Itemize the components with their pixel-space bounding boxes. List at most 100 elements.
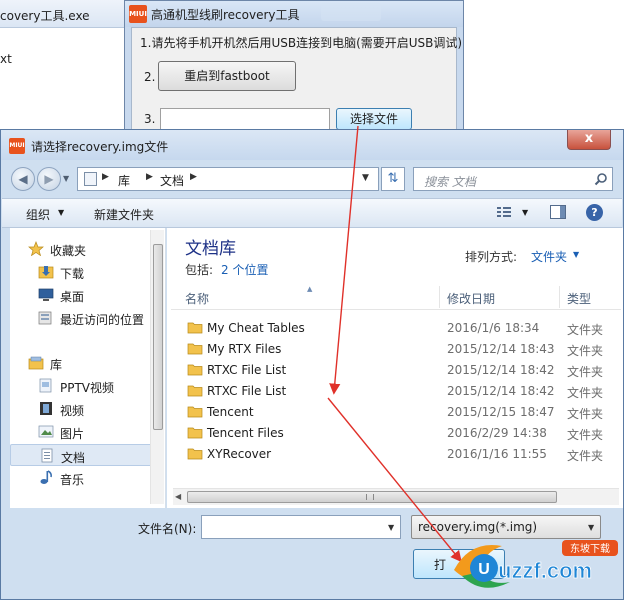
folder-icon	[187, 343, 203, 355]
open-button-label: 打	[434, 558, 447, 572]
search-input[interactable]: 搜索 文档	[413, 167, 613, 191]
filename-dropdown-icon[interactable]: ▼	[388, 523, 394, 532]
file-type: 文件夹	[567, 323, 604, 337]
download-folder-icon	[38, 266, 54, 279]
arrange-by-dropdown[interactable]: 文件夹	[531, 248, 567, 265]
nav-label: 音乐	[60, 473, 85, 487]
file-date: 2015/12/15 18:47	[447, 405, 555, 419]
arrange-by-label: 排列方式:	[465, 250, 518, 264]
column-divider[interactable]	[559, 286, 560, 308]
nav-label: 图片	[60, 427, 85, 441]
includes-locations-link[interactable]: 2 个位置	[221, 261, 268, 278]
nav-item-documents[interactable]: 文档	[10, 444, 156, 466]
file-row[interactable]: My RTX Files 2015/12/14 18:43 文件夹	[173, 339, 621, 360]
background-window-titlebar: covery工具.exe	[0, 0, 130, 28]
includes-label: 包括:	[185, 263, 214, 277]
folder-icon	[187, 385, 203, 397]
nav-scroll-thumb[interactable]	[153, 244, 163, 430]
nav-item-pictures[interactable]: 图片	[10, 421, 156, 443]
file-name: My Cheat Tables	[207, 321, 305, 335]
forward-arrow-icon[interactable]: ▶	[37, 167, 61, 191]
help-icon[interactable]: ?	[586, 204, 603, 221]
search-placeholder: 搜索 文档	[424, 175, 476, 189]
arrange-dropdown-icon[interactable]: ▼	[573, 250, 579, 259]
nav-label: 库	[50, 358, 63, 372]
step2-number: 2.	[144, 70, 156, 84]
close-button[interactable]: x	[567, 130, 611, 150]
file-name: RTXC File List	[207, 384, 287, 398]
history-dropdown-icon[interactable]: ▼	[63, 174, 69, 183]
file-row[interactable]: RTXC File List 2015/12/14 18:42 文件夹	[173, 360, 621, 381]
nav-item-favorites[interactable]: 收藏夹	[10, 238, 156, 260]
nav-label: 视频	[60, 404, 85, 418]
choose-file-button[interactable]: 选择文件	[336, 108, 412, 130]
reboot-fastboot-button[interactable]: 重启到fastboot	[158, 61, 296, 91]
file-date: 2016/1/6 18:34	[447, 321, 540, 335]
column-date[interactable]: 修改日期	[447, 290, 495, 307]
horizontal-scrollbar[interactable]: ◀	[173, 488, 619, 505]
column-divider[interactable]	[439, 286, 440, 308]
file-row[interactable]: Tencent Files 2016/2/29 14:38 文件夹	[173, 423, 621, 444]
file-name: XYRecover	[207, 447, 272, 461]
nav-scrollbar[interactable]	[150, 230, 164, 504]
dialog-title: 请选择recovery.img文件	[31, 140, 169, 154]
view-options-icon[interactable]	[496, 205, 512, 219]
refresh-icon[interactable]: ⇅	[381, 167, 405, 191]
recovery-tool-window: MIUI 高通机型线刷recovery工具 1.请先将手机开机然后用USB连接到…	[124, 0, 464, 150]
nav-item-recent[interactable]: 最近访问的位置	[10, 307, 156, 329]
file-name: My RTX Files	[207, 342, 282, 356]
organize-button[interactable]: 组织	[26, 206, 50, 223]
horizontal-scroll-thumb[interactable]	[187, 491, 557, 503]
file-name: Tencent Files	[207, 426, 284, 440]
file-type: 文件夹	[567, 344, 604, 358]
nav-item-music[interactable]: 音乐	[10, 467, 156, 489]
file-row[interactable]: My Cheat Tables 2016/1/6 18:34 文件夹	[173, 318, 621, 339]
nav-label: 最近访问的位置	[60, 313, 145, 327]
dialog-toolbar: 组织 ▼ 新建文件夹 ▼ ?	[2, 198, 622, 228]
nav-item-pptv[interactable]: PPTV视频	[10, 375, 156, 397]
folder-icon	[187, 448, 203, 460]
address-dropdown-icon[interactable]: ▼	[362, 173, 369, 183]
nav-item-downloads[interactable]: 下载	[10, 261, 156, 283]
recent-places-icon	[38, 311, 52, 325]
organize-dropdown-icon[interactable]: ▼	[58, 208, 64, 217]
tool-titlebar-highlight	[321, 3, 381, 21]
file-date: 2016/2/29 14:38	[447, 426, 547, 440]
dialog-miui-logo-icon: MIUI	[9, 138, 25, 154]
library-location-icon	[84, 172, 97, 186]
nav-item-desktop[interactable]: 桌面	[10, 284, 156, 306]
nav-label: PPTV视频	[60, 381, 115, 395]
breadcrumb-chevron-icon[interactable]: ▶	[102, 172, 109, 182]
back-arrow-icon[interactable]: ◀	[11, 167, 35, 191]
tool-window-title: 高通机型线刷recovery工具	[151, 8, 300, 22]
file-row[interactable]: Tencent 2015/12/15 18:47 文件夹	[173, 402, 621, 423]
folder-icon	[187, 427, 203, 439]
scroll-grip-icon	[366, 494, 374, 500]
column-name[interactable]: 名称	[185, 290, 209, 307]
views-dropdown-icon[interactable]: ▼	[522, 208, 528, 217]
file-path-input[interactable]	[160, 108, 330, 130]
tool-titlebar: MIUI 高通机型线刷recovery工具	[125, 1, 463, 27]
search-icon[interactable]	[594, 172, 608, 186]
folder-icon	[187, 322, 203, 334]
file-type: 文件夹	[567, 407, 604, 421]
file-row[interactable]: XYRecover 2016/1/16 11:55 文件夹	[173, 444, 621, 465]
address-bar[interactable]: ▶ 库 ▶ 文档 ▶ ▼	[77, 167, 379, 191]
svg-text:uzzf.com: uzzf.com	[498, 558, 592, 583]
column-type[interactable]: 类型	[567, 290, 591, 307]
scroll-left-icon[interactable]: ◀	[175, 492, 181, 501]
filename-input[interactable]: ▼	[201, 515, 401, 539]
nav-item-libraries[interactable]: 库	[10, 352, 156, 374]
breadcrumb-documents[interactable]: 文档	[160, 172, 184, 189]
new-folder-button[interactable]: 新建文件夹	[94, 206, 154, 223]
file-name: Tencent	[207, 405, 254, 419]
breadcrumb-library[interactable]: 库	[118, 172, 130, 189]
preview-pane-icon[interactable]	[550, 205, 566, 219]
dialog-titlebar: MIUI 请选择recovery.img文件 x	[1, 130, 623, 160]
file-row[interactable]: RTXC File List 2015/12/14 18:42 文件夹	[173, 381, 621, 402]
file-date: 2015/12/14 18:43	[447, 342, 555, 356]
breadcrumb-chevron-icon[interactable]: ▶	[146, 172, 153, 182]
nav-item-videos[interactable]: 视频	[10, 398, 156, 420]
breadcrumb-chevron-icon[interactable]: ▶	[190, 172, 197, 182]
nav-label: 下载	[60, 267, 85, 281]
